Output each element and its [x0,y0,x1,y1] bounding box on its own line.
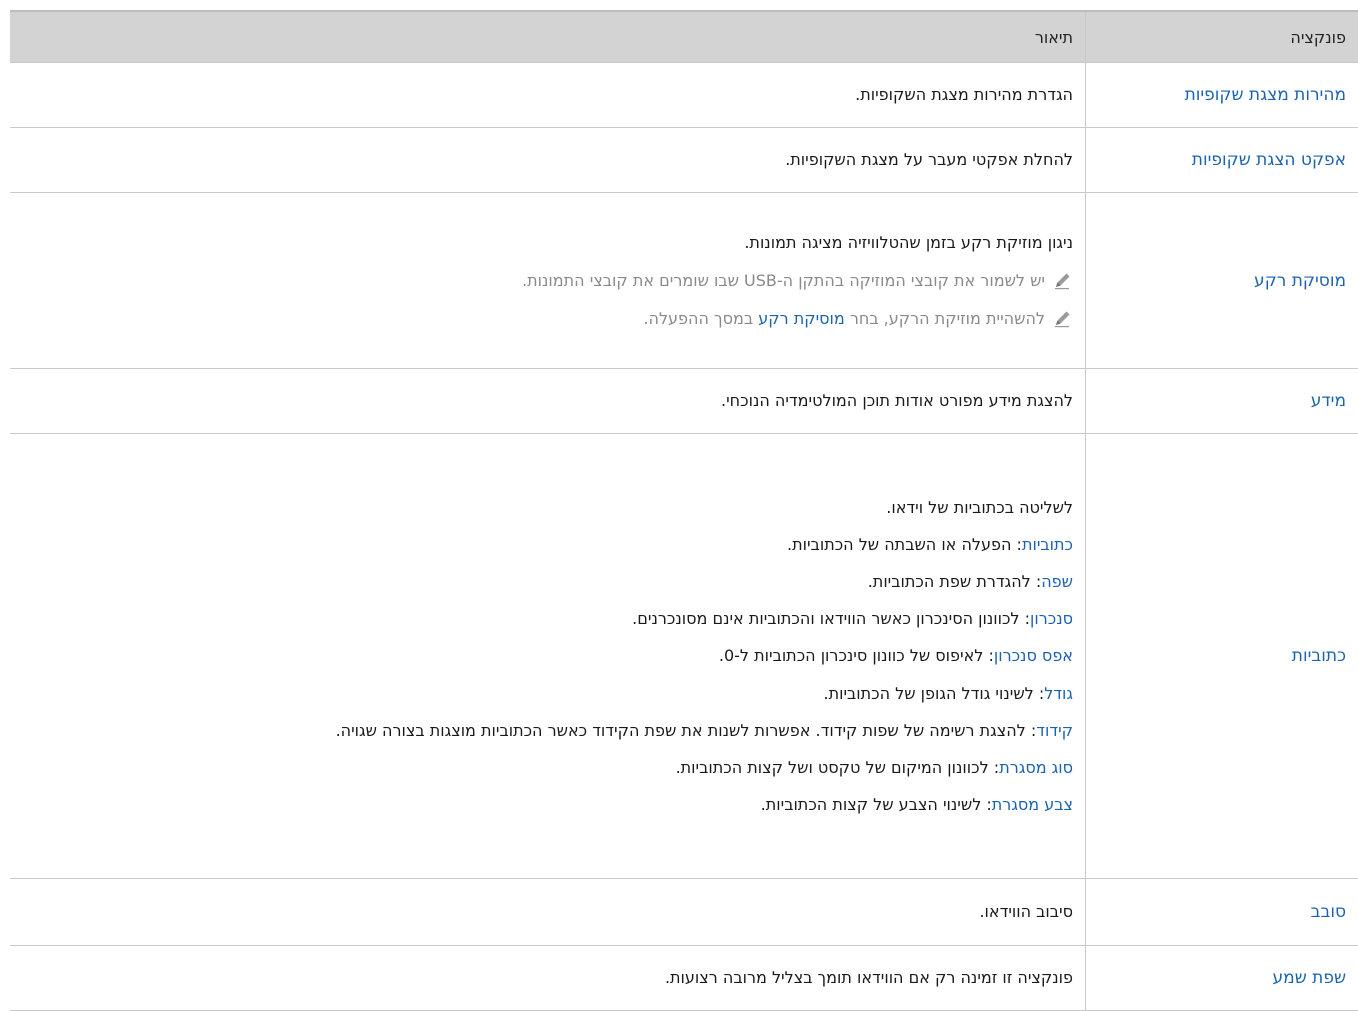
description-text: לשליטה בכתוביות של וידאו. [22,489,1073,526]
subtitle-option: אפס סנכרון: לאיפוס של כוונון סינכרון הכת… [22,637,1073,674]
option-term: צבע מסגרת [992,795,1073,814]
subtitle-option: שפה: להגדרת שפת הכתוביות. [22,563,1073,600]
function-description: פונקציה זו זמינה רק אם הווידאו תומך בצלי… [10,946,1086,1011]
note-text: יש לשמור את קובצי המוזיקה בהתקן ה-USB שב… [522,271,1045,290]
function-name: כתוביות [1086,434,1358,879]
pencil-icon [1053,308,1073,328]
menu-link: מוסיקת רקע [758,309,845,328]
function-name: מוסיקת רקע [1086,193,1358,369]
table-row: סובב סיבוב הווידאו. [10,879,1358,946]
function-description: הגדרת מהירות מצגת השקופיות. [10,63,1086,128]
option-term: אפס סנכרון [994,646,1073,665]
option-term: כתוביות [1022,535,1073,554]
option-term: סוג מסגרת [999,758,1073,777]
subtitle-option: סוג מסגרת: לכוונון המיקום של טקסט ושל קצ… [22,749,1073,786]
pencil-icon [1053,270,1073,290]
option-term: סנכרון [1030,609,1073,628]
table-header-row: פונקציה תיאור [10,11,1358,63]
function-description: ניגון מוזיקת רקע בזמן שהטלוויזיה מציגה ת… [10,193,1086,369]
function-description: להצגת מידע מפורט אודות תוכן המולטימדיה ה… [10,369,1086,434]
table-row: אפקט הצגת שקופיות להחלת אפקטי מעבר על מצ… [10,128,1358,193]
function-name: סובב [1086,879,1358,946]
note-line: יש לשמור את קובצי המוזיקה בהתקן ה-USB שב… [22,261,1073,299]
description-text: ניגון מוזיקת רקע בזמן שהטלוויזיה מציגה ת… [22,224,1073,261]
function-table: פונקציה תיאור מהירות מצגת שקופיות הגדרת … [10,10,1358,1011]
function-description: סיבוב הווידאו. [10,879,1086,946]
function-name: מידע [1086,369,1358,434]
table-row: מהירות מצגת שקופיות הגדרת מהירות מצגת הש… [10,63,1358,128]
option-term: שפה [1041,572,1073,591]
subtitle-option: סנכרון: לכוונון הסינכרון כאשר הווידאו וה… [22,600,1073,637]
subtitle-option: קידוד: להצגת רשימה של שפות קידוד. אפשרות… [22,712,1073,749]
table-row: כתוביות לשליטה בכתוביות של וידאו. כתוביו… [10,434,1358,879]
function-description: להחלת אפקטי מעבר על מצגת השקופיות. [10,128,1086,193]
subtitle-option: צבע מסגרת: לשינוי הצבע של קצות הכתוביות. [22,786,1073,823]
table-row: מידע להצגת מידע מפורט אודות תוכן המולטימ… [10,369,1358,434]
subtitle-option: גודל: לשינוי גודל הגופן של הכתוביות. [22,675,1073,712]
option-term: גודל [1044,684,1073,703]
function-name: אפקט הצגת שקופיות [1086,128,1358,193]
header-function: פונקציה [1086,11,1358,63]
note-text: להשהיית מוזיקת הרקע, בחר מוסיקת רקע במסך… [643,309,1045,328]
table-row: שפת שמע פונקציה זו זמינה רק אם הווידאו ת… [10,946,1358,1011]
header-description: תיאור [10,11,1086,63]
note-line: להשהיית מוזיקת הרקע, בחר מוסיקת רקע במסך… [22,299,1073,337]
table-row: מוסיקת רקע ניגון מוזיקת רקע בזמן שהטלווי… [10,193,1358,369]
function-name: מהירות מצגת שקופיות [1086,63,1358,128]
subtitle-option: כתוביות: הפעלה או השבתה של הכתוביות. [22,526,1073,563]
option-term: קידוד [1036,721,1073,740]
function-name: שפת שמע [1086,946,1358,1011]
function-description: לשליטה בכתוביות של וידאו. כתוביות: הפעלה… [10,434,1086,879]
